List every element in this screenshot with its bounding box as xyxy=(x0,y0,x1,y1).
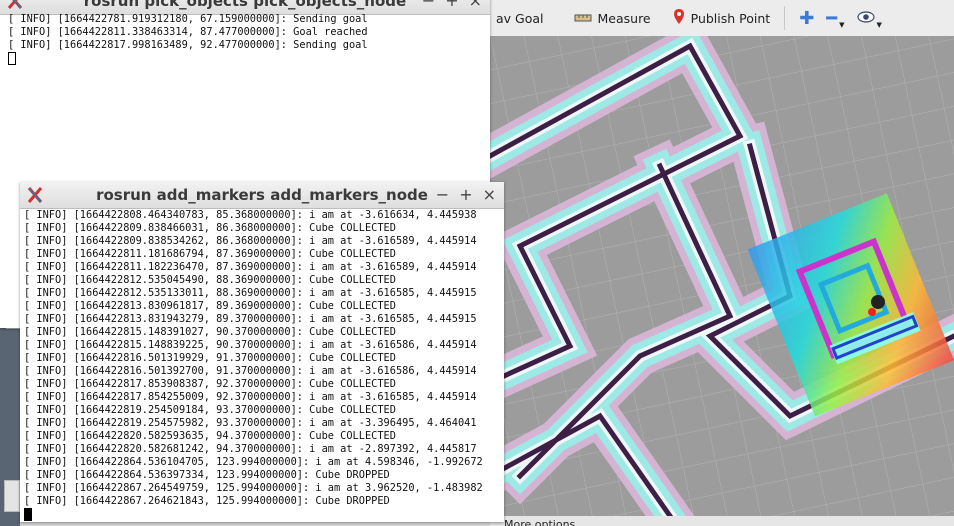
log-line: [ INFO] [1664422820.582593635, 94.370000… xyxy=(24,430,396,442)
terminal-title: rosrun pick_objects pick_objects_node xyxy=(83,0,407,10)
minimize-button[interactable]: − xyxy=(436,185,449,204)
plus-icon: ✚ xyxy=(799,7,815,29)
ruler-icon xyxy=(574,11,592,26)
log-line: [ INFO] [1664422809.838466031, 86.368000… xyxy=(24,222,396,234)
log-line: [ INFO] [1664422820.582681242, 94.370000… xyxy=(24,443,477,455)
nav-goal-tool[interactable]: av Goal xyxy=(490,0,550,36)
publish-point-tool[interactable]: Publish Point xyxy=(667,0,777,36)
log-line: [ INFO] [1664422811.182236470, 87.369000… xyxy=(24,261,477,273)
log-line: [ INFO] [1664422781.919312180, 67.159000… xyxy=(8,13,368,25)
map-pin-icon xyxy=(673,8,685,29)
tool-label: av Goal xyxy=(496,10,544,26)
log-line: [ INFO] [1664422811.181686794, 87.369000… xyxy=(24,248,396,260)
rviz-3d-viewport[interactable] xyxy=(490,36,954,516)
log-line: [ INFO] [1664422864.536397334, 123.99400… xyxy=(24,469,390,481)
log-line: [ INFO] [1664422817.998163489, 92.477000… xyxy=(8,39,368,51)
terminal-cursor xyxy=(24,508,504,522)
maximize-button[interactable]: + xyxy=(445,0,458,10)
robot-marker xyxy=(871,295,885,309)
log-line: [ INFO] [1664422815.148391027, 90.370000… xyxy=(24,326,396,338)
log-line: [ INFO] [1664422808.464340783, 85.368000… xyxy=(24,209,477,221)
log-line: [ INFO] [1664422816.501319929, 91.370000… xyxy=(24,352,396,364)
log-line: [ INFO] [1664422864.536104705, 123.99400… xyxy=(24,456,483,468)
background-window-edge xyxy=(4,480,20,512)
toolbar-separator xyxy=(784,6,786,30)
eye-icon xyxy=(856,10,875,26)
map-render xyxy=(490,36,954,516)
log-line: [ INFO] [1664422816.501392700, 91.370000… xyxy=(24,365,477,377)
tool-label: Publish Point xyxy=(690,10,771,26)
log-line: [ INFO] [1664422813.830961817, 89.369000… xyxy=(24,300,396,312)
terminal-titlebar[interactable]: rosrun add_markers add_markers_node − + … xyxy=(20,182,504,209)
add-tool-button[interactable]: ✚ xyxy=(793,0,820,36)
remove-tool-button[interactable]: ━ ▼ xyxy=(820,0,850,36)
log-line: [ INFO] [1664422811.338463314, 87.477000… xyxy=(8,26,368,38)
dropdown-arrow-icon: ▼ xyxy=(839,21,845,29)
status-text: More options xyxy=(504,518,576,526)
log-line: [ INFO] [1664422812.535133011, 88.369000… xyxy=(24,287,477,299)
close-button[interactable]: × xyxy=(469,0,482,10)
measure-tool[interactable]: Measure xyxy=(568,0,657,36)
rviz-toolbar: av Goal Measure Publish Point ✚ ━ ▼ ▼ xyxy=(490,0,954,37)
close-button[interactable]: × xyxy=(483,185,496,204)
log-line: [ INFO] [1664422815.148839225, 90.370000… xyxy=(24,339,477,351)
maximize-button[interactable]: + xyxy=(459,185,472,204)
tool-label: Measure xyxy=(597,10,651,26)
rviz-status-bar: More options xyxy=(490,516,954,526)
terminal-cursor xyxy=(8,52,490,67)
log-line: [ INFO] [1664422867.264621843, 125.99400… xyxy=(24,495,390,507)
view-tool-button[interactable]: ▼ xyxy=(851,0,888,36)
log-line: [ INFO] [1664422817.854255009, 92.370000… xyxy=(24,391,477,403)
log-line: [ INFO] [1664422867.264549759, 125.99400… xyxy=(24,482,483,494)
log-line: [ INFO] [1664422819.254575982, 93.370000… xyxy=(24,417,477,429)
log-line: [ INFO] [1664422817.853908387, 92.370000… xyxy=(24,378,396,390)
cube-marker xyxy=(868,308,876,316)
minus-icon: ━ xyxy=(826,7,838,29)
terminal-output[interactable]: [ INFO] [1664422808.464340783, 85.368000… xyxy=(20,209,504,522)
log-line: [ INFO] [1664422809.838534262, 86.368000… xyxy=(24,235,477,247)
log-line: [ INFO] [1664422812.535045490, 88.369000… xyxy=(24,274,396,286)
log-line: [ INFO] [1664422813.831943279, 89.370000… xyxy=(24,313,477,325)
terminal-title: rosrun add_markers add_markers_node xyxy=(96,186,428,204)
dropdown-arrow-icon: ▼ xyxy=(876,21,882,29)
log-line: [ INFO] [1664422819.254509184, 93.370000… xyxy=(24,404,396,416)
add-markers-terminal[interactable]: rosrun add_markers add_markers_node − + … xyxy=(20,182,504,522)
minimize-button[interactable]: − xyxy=(422,0,435,10)
